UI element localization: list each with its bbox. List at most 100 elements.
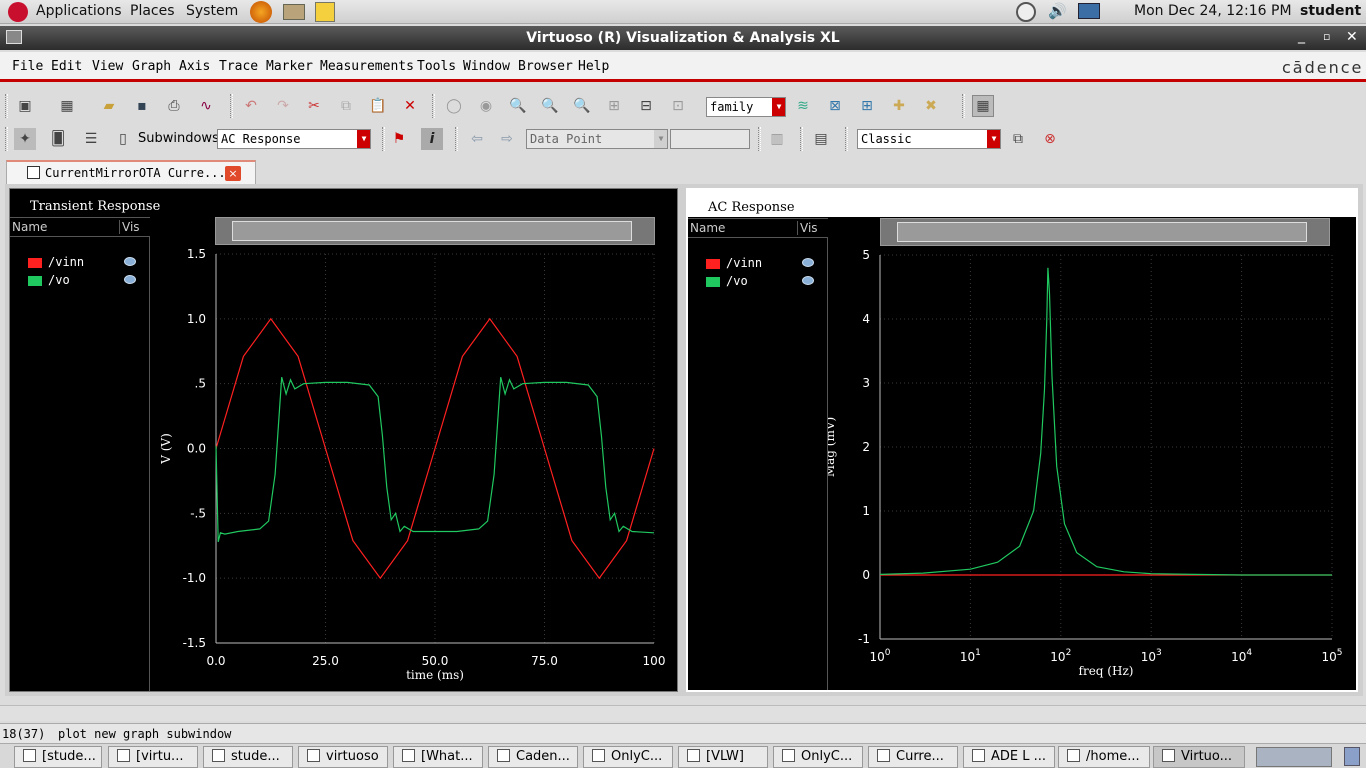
transient-plot[interactable]: 0.0 25.0 50.0 75.0 100 1.5 1.0 .5 0.0 -.5 -1.0 -1.5… [154,217,678,693]
taskbar-item[interactable]: [What... [393,746,483,768]
menu-file[interactable]: File [12,59,43,74]
workspace-switcher[interactable] [1256,747,1332,767]
zoom-box-icon[interactable]: ⊡ [667,95,689,117]
visibility-eye-icon[interactable] [802,276,814,285]
menu-measurements[interactable]: Measurements [320,59,414,74]
horizontal-scrollbar[interactable] [0,705,1366,721]
next-arrow-icon[interactable]: ⇨ [496,128,518,150]
stack-icon[interactable]: ☰ [80,128,102,150]
open-icon[interactable]: ▰ [98,95,120,117]
legend-item-vo[interactable]: /vo [18,273,148,289]
menu-axis[interactable]: Axis [179,59,210,74]
close-icon[interactable]: ✕ [1346,29,1358,45]
visibility-eye-icon[interactable] [802,258,814,267]
taskbar-item[interactable]: ADE L ... [963,746,1055,768]
new-window-icon[interactable]: ▣ [14,95,36,117]
taskbar-item[interactable]: Caden... [488,746,578,768]
prev-arrow-icon[interactable]: ⇦ [466,128,488,150]
style-select[interactable]: Classic ▼ [857,129,1001,149]
taskbar-item[interactable]: [virtu... [108,746,198,768]
taskbar-item[interactable]: stude... [203,746,293,768]
split-chart-icon[interactable]: ⊠ [824,95,846,117]
menu-window[interactable]: Window [463,59,510,74]
legend-item-vo[interactable]: /vo [696,274,826,290]
notes-icon[interactable] [315,2,335,22]
applications-menu[interactable]: Applications [36,3,122,19]
grid-icon[interactable]: ▦ [972,95,994,117]
maximize-icon[interactable]: ▫ [1323,30,1330,43]
save-icon[interactable]: ▪ [131,95,153,117]
zoom-in-icon[interactable]: 🔍 [539,95,561,117]
new-subwindow-icon[interactable]: ▦ [56,95,78,117]
calculator-icon[interactable]: ▤ [810,128,832,150]
print-icon[interactable]: ⎙ [163,95,185,117]
volume-icon[interactable]: 🔊 [1048,2,1067,20]
redhat-icon[interactable] [8,2,28,22]
taskbar-item[interactable]: [stude... [14,746,102,768]
window-title-bar[interactable]: Virtuoso (R) Visualization & Analysis XL… [0,26,1366,50]
subwindow-select[interactable]: AC Response ▼ [217,129,371,149]
refresh-icon[interactable]: ◉ [475,95,497,117]
taskbar-item[interactable]: OnlyC... [583,746,673,768]
user-name[interactable]: student [1300,3,1361,19]
ac-plot[interactable]: 100 101 102 103 104 105543210-1freq (Hz)Mag (… [828,218,1356,692]
strip-chart-icon[interactable]: ≋ [792,95,814,117]
visibility-eye-icon[interactable] [124,275,136,284]
family-select[interactable]: family ▼ [706,97,786,117]
menu-tools[interactable]: Tools [417,59,456,74]
minimize-icon[interactable]: _ [1298,28,1305,44]
network-icon[interactable] [1078,3,1100,19]
delete-icon[interactable]: ✕ [399,95,421,117]
zoom-fit-icon[interactable]: 🔍 [507,95,529,117]
firefox-icon[interactable] [250,1,272,23]
redo-icon[interactable]: ↷ [272,95,294,117]
taskbar-item[interactable]: [VLW] [678,746,768,768]
menu-marker[interactable]: Marker [266,59,313,74]
chevron-down-icon[interactable]: ▼ [987,130,1000,148]
taskbar-item[interactable]: /home... [1058,746,1150,768]
chevron-down-icon[interactable]: ▼ [772,98,785,116]
transient-subwindow[interactable]: Transient Response Name Vis /vinn /vo 0.… [9,188,678,692]
marker-value-field[interactable] [670,129,750,149]
info-icon[interactable]: i [421,128,443,150]
stop-icon[interactable]: ◯ [443,95,465,117]
chevron-down-icon[interactable]: ▼ [357,130,370,148]
cards-icon[interactable]: 🂠 [47,128,69,150]
waveform-icon[interactable]: ∿ [195,95,217,117]
marker-type-select[interactable]: Data Point ▼ [526,129,668,149]
flag-icon[interactable]: ⚑ [388,128,410,150]
system-menu[interactable]: System [186,3,238,19]
undo-icon[interactable]: ↶ [240,95,262,117]
places-menu[interactable]: Places [130,3,175,19]
chevron-down-icon[interactable]: ▼ [654,130,667,148]
zoom-out-icon[interactable]: 🔍 [571,95,593,117]
menu-edit[interactable]: Edit [51,59,82,74]
legend-item-vinn[interactable]: /vinn [18,255,148,271]
visibility-eye-icon[interactable] [124,257,136,266]
menu-view[interactable]: View [92,59,123,74]
tab-current-mirror-ota[interactable]: CurrentMirrorOTA Curre... × [6,160,256,184]
overlay-chart-icon[interactable]: ⊞ [856,95,878,117]
cut-icon[interactable]: ✂ [303,95,325,117]
remove-style-icon[interactable]: ⊗ [1039,128,1061,150]
taskbar-item-active[interactable]: Virtuo... [1153,746,1245,768]
menu-trace[interactable]: Trace [219,59,258,74]
paste-icon[interactable]: 📋 [367,95,389,117]
taskbar-item[interactable]: OnlyC... [773,746,863,768]
magic-wand-icon[interactable]: ✦ [14,128,36,150]
taskbar-item[interactable]: Curre... [868,746,958,768]
tab-close-icon[interactable]: × [225,166,241,181]
taskbar-item[interactable]: virtuoso [298,746,388,768]
clock-applet-icon[interactable] [1016,2,1036,22]
apply-style-icon[interactable]: ⧉ [1007,128,1029,150]
trash-icon[interactable] [1344,747,1360,766]
file-manager-icon[interactable] [283,4,305,20]
menu-browser[interactable]: Browser [518,59,573,74]
histogram-icon[interactable]: ▥ [766,128,788,150]
zoom-y-icon[interactable]: ⊟ [635,95,657,117]
add-chart-icon[interactable]: ✚ [888,95,910,117]
copy-icon[interactable]: ⧉ [335,95,357,117]
columns-icon[interactable]: ▯ [112,128,134,150]
menu-help[interactable]: Help [578,59,609,74]
ac-subwindow[interactable]: AC Response Name Vis /vinn /vo 100 101 102… [686,188,1358,692]
